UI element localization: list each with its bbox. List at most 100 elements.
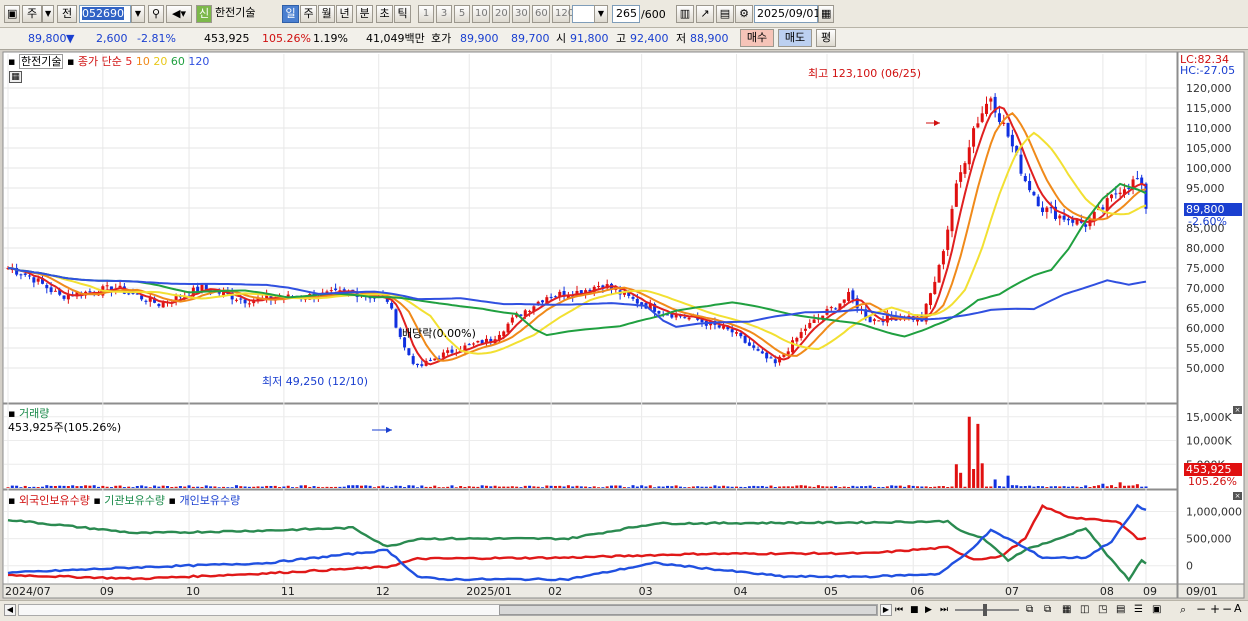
window-menu-icon[interactable]: ▣ [4,5,20,23]
code-dropdown-icon[interactable]: ▼ [131,5,145,23]
scroll-left-icon[interactable]: ◀ [4,604,16,616]
zoom-slider-handle[interactable] [983,604,987,616]
volume-bar [1092,486,1096,488]
cursor-icon[interactable]: ↗ [696,5,714,23]
volume-bar [437,487,441,488]
interval-button[interactable]: 5 [454,5,470,23]
volume-bar [1144,486,1148,488]
scroll-right-icon[interactable]: ▶ [880,604,892,616]
candle-body [972,128,976,147]
legend-ma60: 60 [170,55,185,68]
interval-button[interactable]: 20 [492,5,510,23]
compare-icon[interactable]: ◫ [1080,604,1096,616]
text-size-icon[interactable]: A [1234,603,1246,615]
count-input[interactable]: 265 [612,5,640,23]
reset-line-icon[interactable]: − [1222,603,1234,615]
volume-bar [278,487,282,488]
stop-icon[interactable]: ■ [910,604,922,616]
x-tick-label: 02 [548,585,562,598]
prev-button[interactable]: 전 [57,5,77,23]
layout-icon[interactable]: ⧉ [1026,604,1042,616]
volume-bar [428,486,432,488]
volume-bar [631,485,635,488]
volume-bar [6,487,10,488]
calendar-icon[interactable]: ▦ [818,5,834,23]
period-button[interactable]: 주 [300,5,317,23]
interval-button[interactable]: 60 [532,5,550,23]
volume-bar [75,486,79,488]
period-button[interactable]: 일 [282,5,299,23]
volume-bar [933,486,937,488]
candle-body [428,359,432,361]
volume-bar [424,486,428,488]
chart-area: 50,000 55,000 60,000 65,000 70,000 75,000 80,0… [2,51,1245,599]
close-holdings-panel-icon[interactable]: × [1233,492,1242,500]
candle-body [730,329,734,333]
volume-bar [303,485,307,488]
forward-icon[interactable]: ⏭ [940,604,952,616]
volume-bar [1079,486,1083,488]
candle-body [963,163,967,174]
bars-icon[interactable]: ▤ [1116,604,1132,616]
interval-dropdown-icon[interactable]: ▼ [594,5,608,23]
speaker-icon[interactable]: ◀▾ [166,5,192,23]
volume-bar [88,485,92,488]
period-button[interactable]: 월 [318,5,335,23]
volume-bar [368,485,372,488]
date-input[interactable]: 2025/09/01 [754,5,820,23]
buy-button[interactable]: 매수 [740,29,774,47]
market-mode-button[interactable]: 주 [22,5,42,23]
candle-body [760,351,764,354]
stock-code-input[interactable]: 052690 [79,5,131,23]
volume-tick-label: 10,000K [1186,435,1232,448]
legend-stock-name[interactable]: 한전기술 [18,54,64,69]
volume-bar [1045,487,1049,488]
candle-body [1028,180,1032,191]
save-icon[interactable]: ▤ [716,5,734,23]
zoom-search-icon[interactable]: ⌕ [1180,604,1194,616]
rewind-icon[interactable]: ⏮ [895,604,907,616]
volume-bar [829,486,833,488]
volume-bar [122,487,126,488]
interval-button[interactable]: 120 [552,5,574,23]
scrollbar-thumb[interactable] [499,605,877,615]
mode-dropdown-icon[interactable]: ▼ [42,5,54,23]
interval-button[interactable]: 10 [472,5,490,23]
volume-bar [381,485,385,488]
volume-bar [359,485,363,488]
candle-body [967,147,971,165]
interval-button[interactable]: 30 [512,5,530,23]
search-icon[interactable]: ⚲ [148,5,164,23]
eval-button[interactable]: 평 [816,29,836,47]
period-button[interactable]: 분 [356,5,373,23]
period-button[interactable]: 틱 [394,5,411,23]
interval-button[interactable]: 3 [436,5,452,23]
horizontal-scrollbar[interactable] [18,604,878,616]
zoom-slider[interactable] [955,604,1019,616]
panel-icon[interactable]: ▣ [1152,604,1168,616]
chart-type-icon[interactable]: ▥ [676,5,694,23]
gear-icon[interactable]: ⚙ [735,5,753,23]
close-volume-panel-icon[interactable]: × [1233,406,1242,414]
dividend-annotation: 배당락(0.00%) [402,327,476,340]
volume-bar [84,485,88,488]
volume-bar [985,486,989,488]
period-button[interactable]: 년 [336,5,353,23]
sell-button[interactable]: 매도 [778,29,812,47]
volume-bar [976,423,980,488]
copy-icon[interactable]: ⧉ [1044,604,1060,616]
period-button[interactable]: 초 [376,5,393,23]
volume-bar [860,486,863,488]
zoom-in-icon[interactable]: + [1210,603,1222,615]
play-icon[interactable]: ▶ [925,604,937,616]
table-toggle-icon[interactable]: ▦ [9,71,22,83]
legend-dot-icon: ▪ [168,494,176,507]
grid-icon[interactable]: ▦ [1062,604,1078,616]
chart-icon[interactable]: ◳ [1098,604,1114,616]
candle-body [528,310,532,312]
volume-bar [722,485,726,488]
candle-body [433,358,437,361]
zoom-out-icon[interactable]: − [1196,603,1208,615]
list-icon[interactable]: ☰ [1134,604,1150,616]
interval-button[interactable]: 1 [418,5,434,23]
